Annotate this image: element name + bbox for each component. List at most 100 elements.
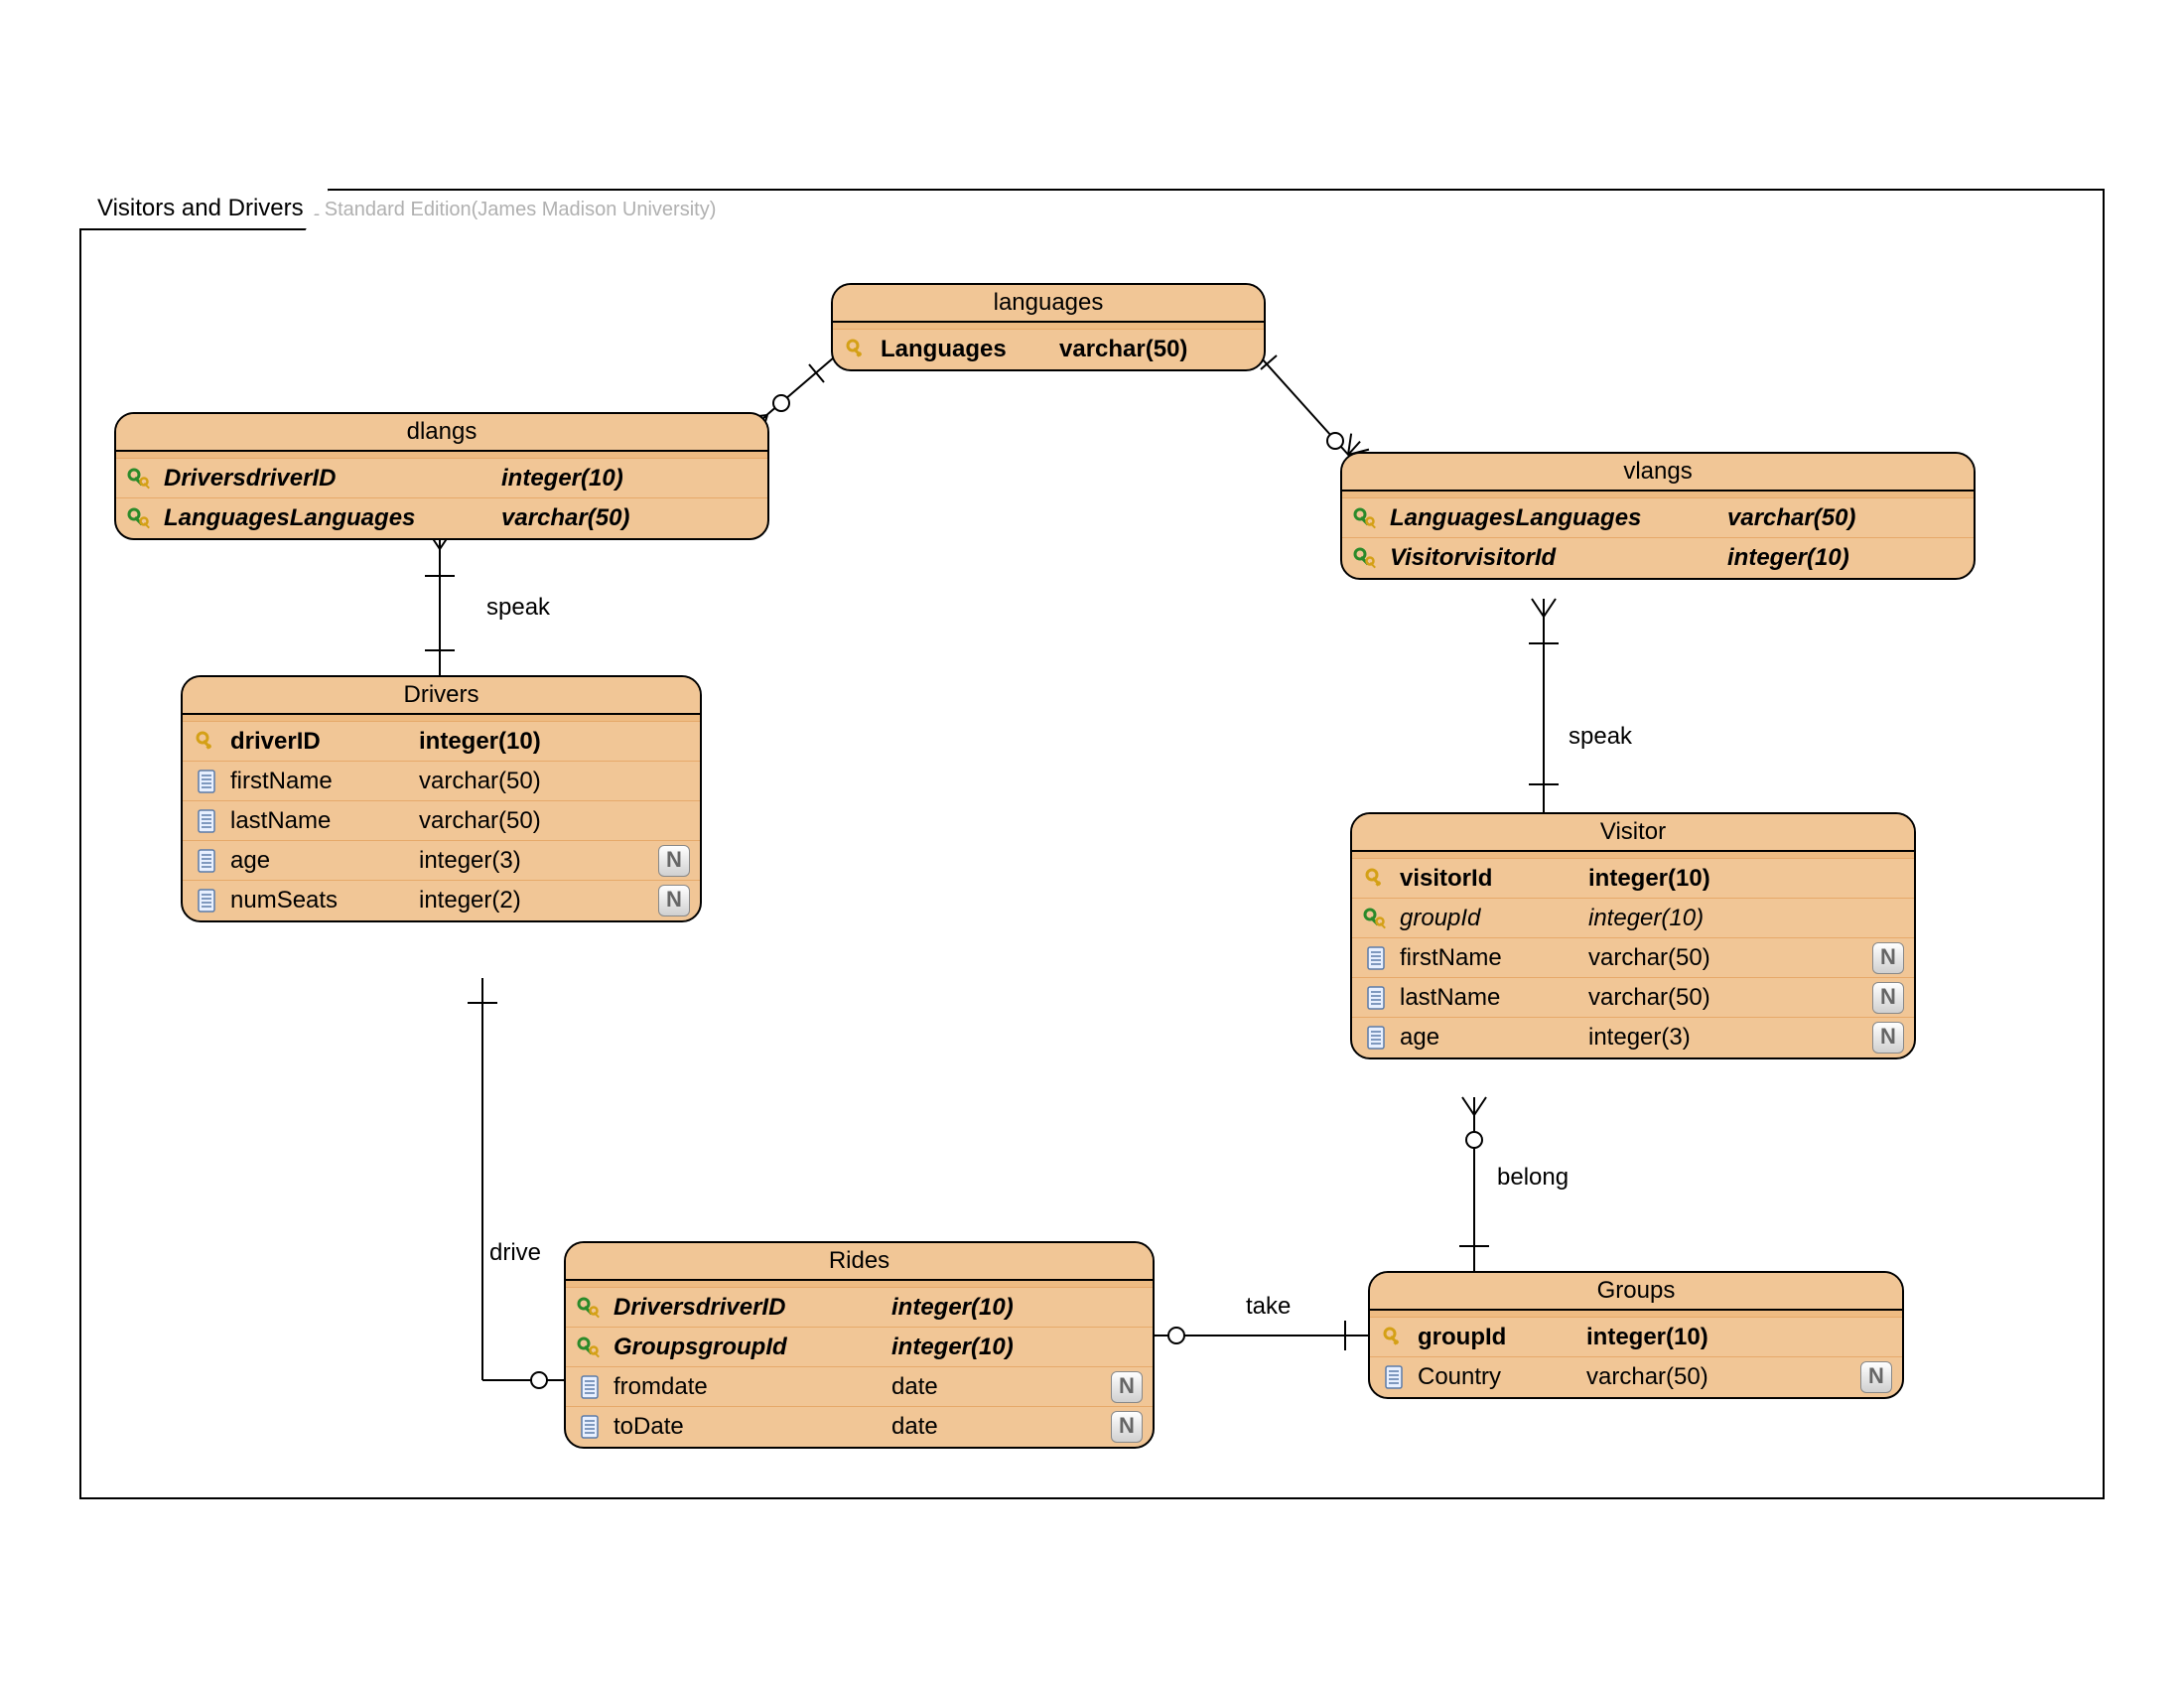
column-type: integer(10) [1727,544,1906,572]
column-name: fromdate [614,1373,872,1401]
table-column: driverIDinteger(10) [183,722,700,762]
column-type: integer(10) [891,1334,1090,1361]
column-type: varchar(50) [419,768,598,795]
column-type: integer(10) [1586,1324,1775,1351]
table-column: groupId integer(10) [1352,899,1914,938]
primary-key-icon [1362,868,1390,890]
foreign-key-icon [576,1336,604,1358]
entity-title: Rides [566,1243,1153,1281]
column-type: varchar(50) [1588,944,1777,972]
table-column: firstName varchar(50) [183,762,700,801]
table-column: GroupsgroupId integer(10) [566,1328,1153,1367]
column-type: date [891,1373,1090,1401]
entity-groups[interactable]: Groups groupIdinteger(10)Countryvarchar(… [1368,1271,1904,1399]
column-type: varchar(50) [1586,1363,1775,1391]
column-type: varchar(50) [1588,984,1777,1012]
column-name: numSeats [230,887,399,914]
primary-key-icon [1380,1327,1408,1348]
rel-label-drive: drive [489,1239,541,1267]
column-name: driverID [230,728,399,756]
primary-key-icon [193,731,220,753]
column-icon [576,1415,604,1439]
column-icon [1362,986,1390,1010]
entity-dlangs[interactable]: dlangs DriversdriverID integer(10) Languag… [114,412,769,540]
table-column: visitorIdinteger(10) [1352,859,1914,899]
entity-vlangs[interactable]: vlangs LanguagesLanguagesvarchar(50)Visi… [1340,452,1976,580]
table-column: fromdate date N [566,1367,1153,1407]
column-name: firstName [1400,944,1569,972]
column-icon [1362,1026,1390,1050]
column-name: age [230,847,399,875]
entity-languages[interactable]: languages Languages varchar(50) [831,283,1266,371]
column-name: toDate [614,1413,872,1441]
entity-title: Visitor [1352,814,1914,852]
column-type: integer(10) [501,465,680,492]
column-name: groupId [1418,1324,1567,1351]
column-name: GroupsgroupId [614,1334,872,1361]
primary-key-icon [843,339,871,360]
column-name: groupId [1400,905,1569,932]
column-name: LanguagesLanguages [164,504,481,532]
nullable-badge: N [658,885,690,916]
column-type: integer(10) [1588,905,1777,932]
entity-title: languages [833,285,1264,323]
nullable-badge: N [1111,1411,1143,1443]
column-type: integer(2) [419,887,598,914]
column-name: LanguagesLanguages [1390,504,1707,532]
foreign-key-icon [1352,547,1380,569]
column-icon [1362,946,1390,970]
foreign-key-icon [576,1297,604,1319]
rel-label-speak-drivers: speak [486,594,550,622]
column-type: integer(3) [419,847,598,875]
table-column: toDatedateN [566,1407,1153,1447]
table-column: groupId integer(10) [1370,1318,1902,1357]
table-column: Languages varchar(50) [833,330,1264,369]
nullable-badge: N [658,845,690,877]
foreign-key-icon [126,468,154,490]
entity-title: vlangs [1342,454,1974,492]
diagram-canvas: Visual Paradigm for UML Standard Edition… [0,0,2184,1688]
table-column: lastName varchar(50) [183,801,700,841]
nullable-badge: N [1111,1371,1143,1403]
nullable-badge: N [1872,942,1904,974]
column-name: Languages [881,336,1039,363]
column-name: DriversdriverID [614,1294,872,1322]
column-type: varchar(50) [1059,336,1238,363]
table-column: DriversdriverID integer(10) [566,1288,1153,1328]
table-column: LanguagesLanguagesvarchar(50) [1342,498,1974,538]
foreign-key-icon [126,507,154,529]
table-column: Countryvarchar(50)N [1370,1357,1902,1397]
table-column: LanguagesLanguages varchar(50) [116,498,767,538]
nullable-badge: N [1872,1022,1904,1054]
rel-label-belong: belong [1497,1164,1569,1192]
column-type: integer(10) [891,1294,1090,1322]
table-column: lastNamevarchar(50)N [1352,978,1914,1018]
column-icon [193,889,220,913]
column-icon [193,849,220,873]
column-name: firstName [230,768,399,795]
table-column: DriversdriverID integer(10) [116,459,767,498]
column-type: varchar(50) [419,807,598,835]
column-name: DriversdriverID [164,465,481,492]
column-name: lastName [230,807,399,835]
table-column: numSeats integer(2) N [183,881,700,920]
column-icon [193,770,220,793]
diagram-title: Visitors and Drivers [79,189,330,230]
column-icon [576,1375,604,1399]
entity-title: Drivers [183,677,700,715]
rel-label-take: take [1246,1293,1291,1321]
entity-rides[interactable]: Rides DriversdriverIDinteger(10)Groupsgr… [564,1241,1155,1449]
entity-visitor[interactable]: Visitor visitorIdinteger(10) groupId integ… [1350,812,1916,1059]
nullable-badge: N [1860,1361,1892,1393]
column-name: VisitorvisitorId [1390,544,1707,572]
table-column: firstName varchar(50) N [1352,938,1914,978]
entity-title: dlangs [116,414,767,452]
foreign-key-icon [1352,507,1380,529]
column-icon [1380,1365,1408,1389]
column-name: visitorId [1400,865,1569,893]
table-column: age integer(3) N [183,841,700,881]
column-type: varchar(50) [501,504,680,532]
foreign-key-icon [1362,908,1390,929]
entity-drivers[interactable]: Drivers driverIDinteger(10) firstName varc… [181,675,702,922]
table-column: VisitorvisitorId integer(10) [1342,538,1974,578]
